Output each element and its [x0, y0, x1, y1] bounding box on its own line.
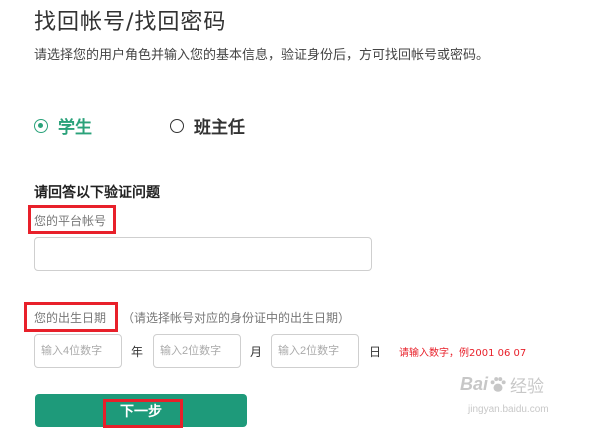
intro-text: 请选择您的用户角色并输入您的基本信息，验证身份后，方可找回帐号或密码。	[34, 48, 490, 63]
role-student-label: 学生	[58, 118, 92, 138]
radio-unchecked-icon[interactable]	[170, 118, 184, 133]
birth-day-input[interactable]	[271, 334, 359, 368]
birth-month-input[interactable]	[153, 334, 241, 368]
watermark-brand-left: Bai	[460, 374, 489, 394]
page-title: 找回帐号/找回密码	[34, 10, 227, 35]
watermark-logo: Bai 经验	[460, 372, 544, 397]
watermark-brand-right: 经验	[510, 377, 545, 397]
day-unit: 日	[369, 345, 382, 359]
date-error-message: 请输入数字，例2001 06 07	[399, 348, 527, 359]
next-button-highlight	[103, 399, 183, 428]
role-student-option[interactable]: 学生	[34, 113, 92, 138]
paw-icon	[490, 376, 506, 392]
radio-checked-icon[interactable]	[34, 118, 48, 133]
year-unit: 年	[131, 345, 144, 359]
birth-label-highlight	[24, 302, 118, 332]
birth-year-input[interactable]	[34, 334, 122, 368]
account-label-highlight	[28, 205, 116, 234]
role-selector: 学生 班主任	[34, 113, 434, 138]
role-teacher-option[interactable]: 班主任	[170, 113, 245, 138]
birth-date-hint: （请选择帐号对应的身份证中的出生日期）	[122, 311, 351, 325]
baidu-jingyan-watermark: Bai 经验 jingyan.baidu.com	[460, 372, 585, 426]
role-teacher-label: 班主任	[194, 118, 245, 138]
question-heading: 请回答以下验证问题	[34, 185, 160, 201]
month-unit: 月	[250, 345, 263, 359]
account-input[interactable]	[34, 237, 372, 271]
watermark-url: jingyan.baidu.com	[468, 404, 549, 415]
